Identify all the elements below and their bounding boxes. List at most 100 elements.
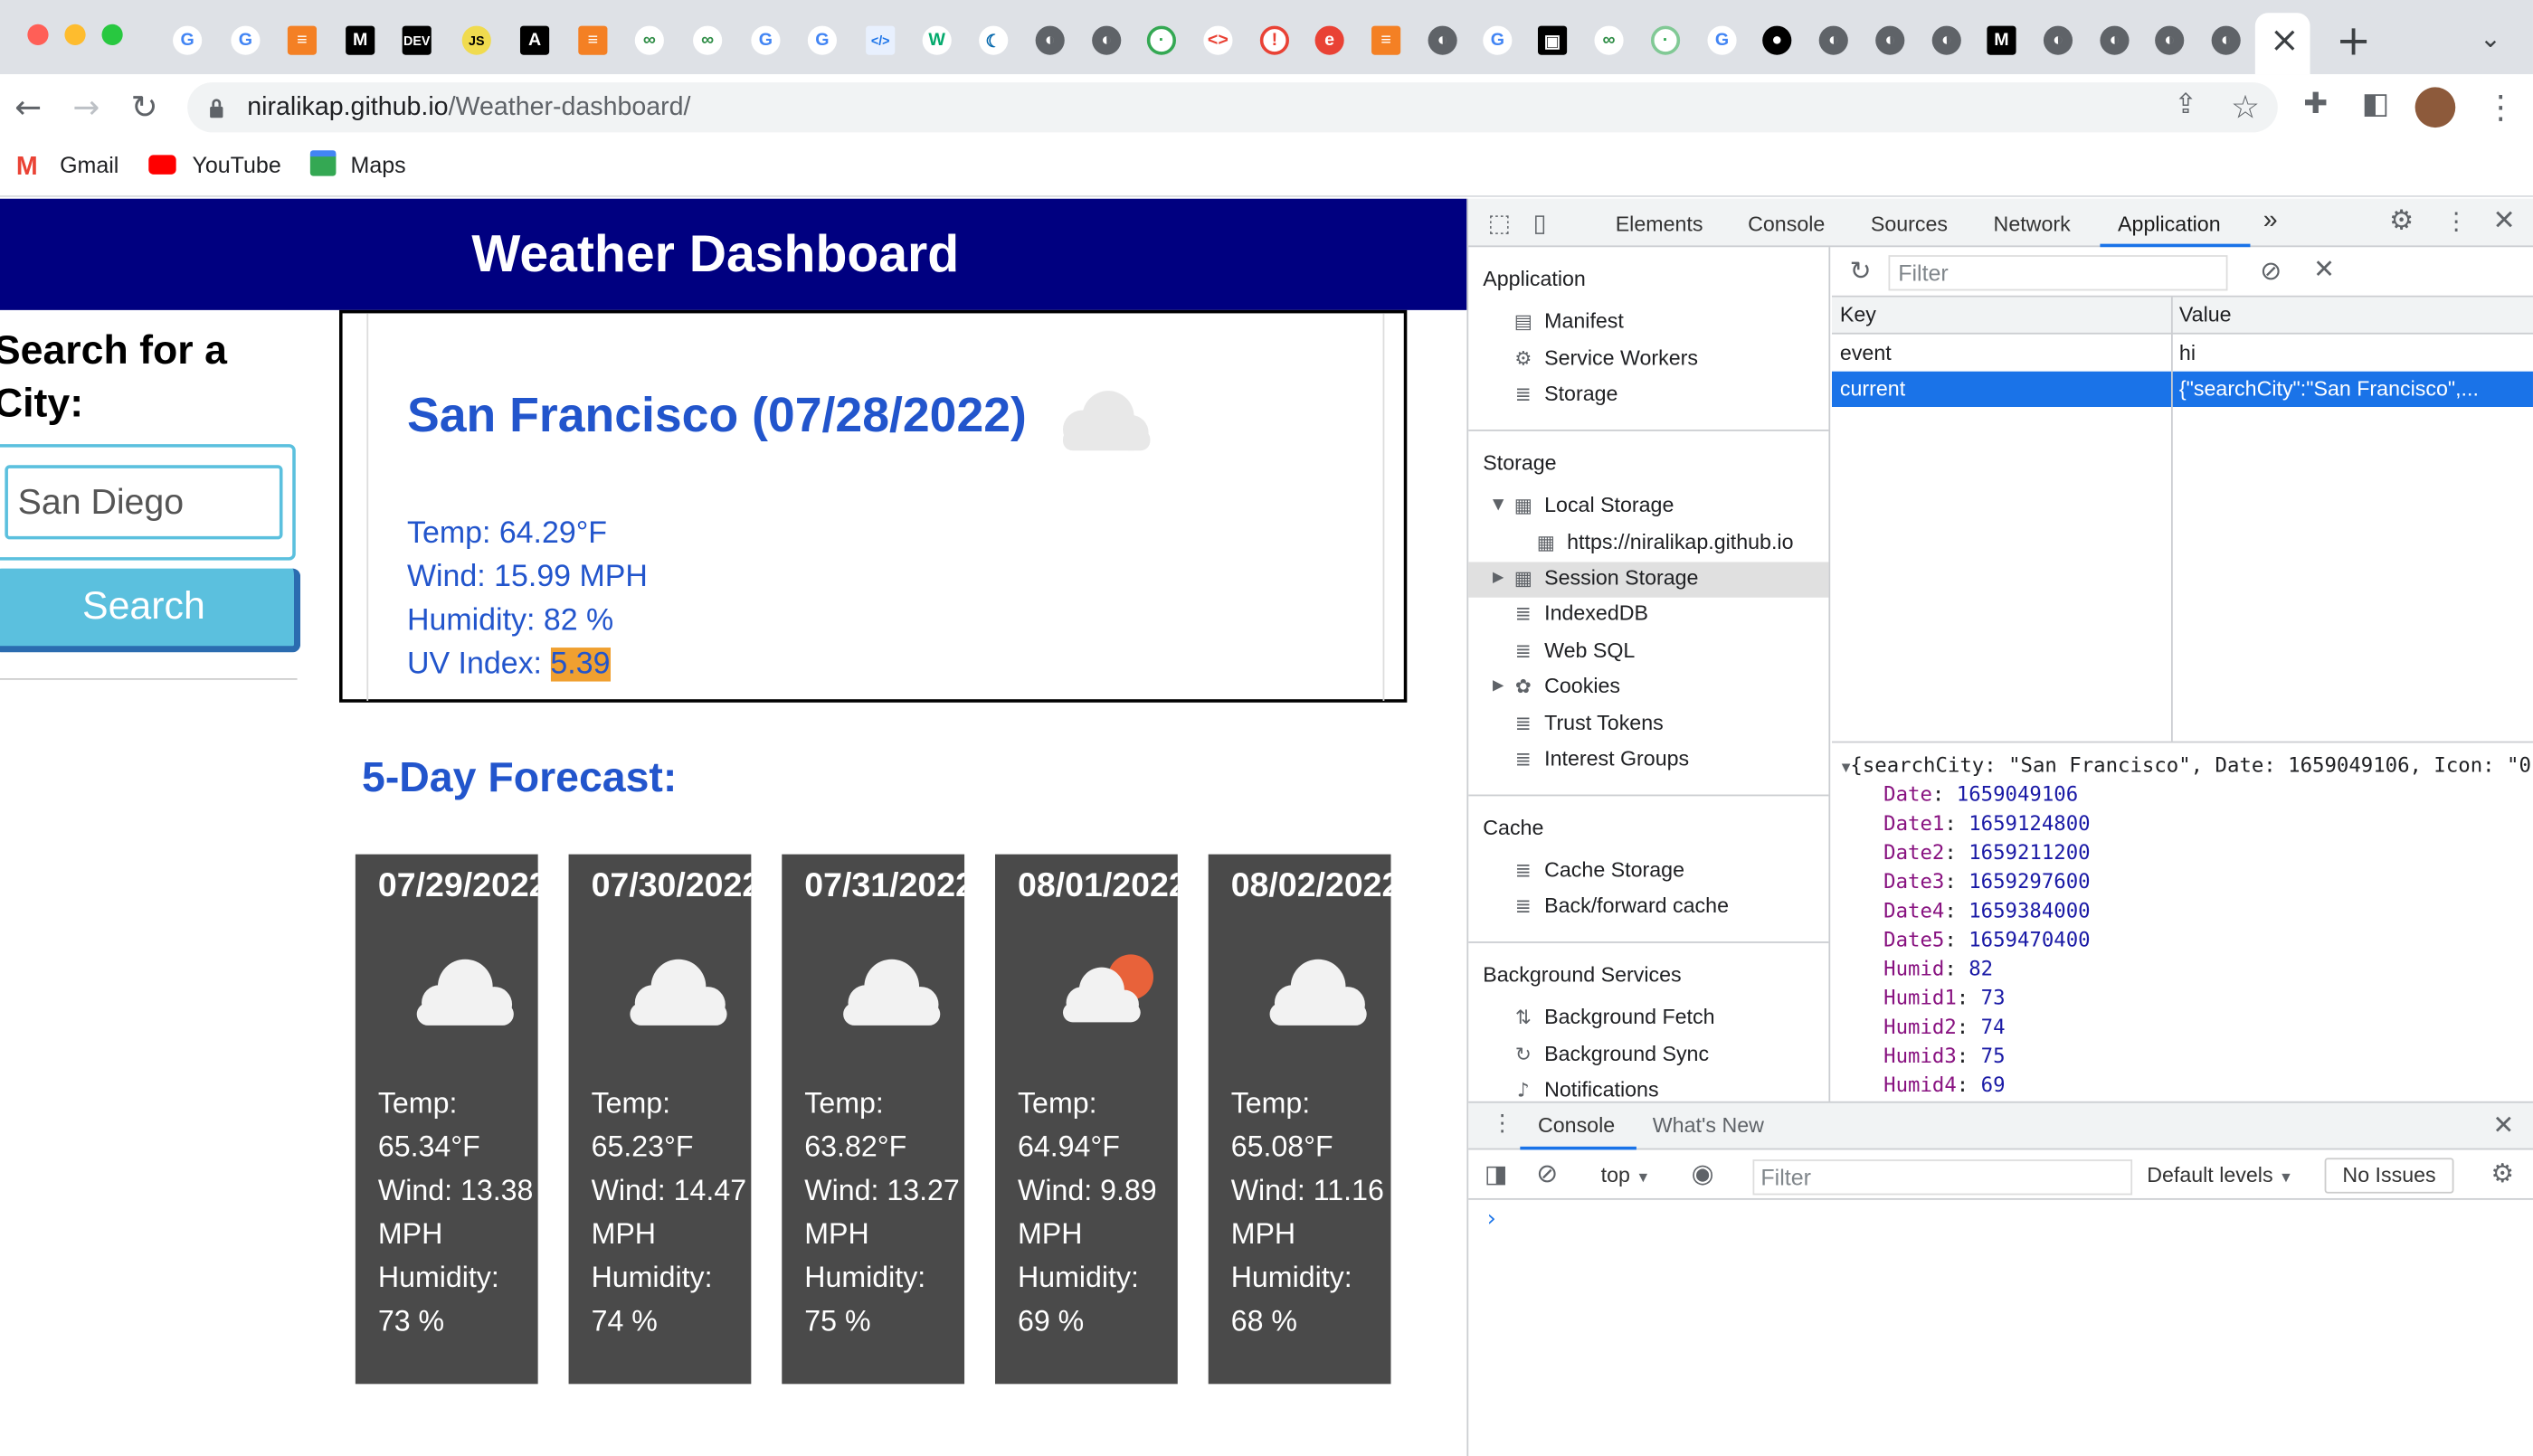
log-levels-select[interactable]: Default levels ▼ (2147, 1163, 2293, 1187)
tab-globe-icon[interactable]: ◐ (1092, 25, 1122, 55)
bookmark-gmail[interactable]: Gmail (60, 152, 119, 178)
tab-clock-icon[interactable]: · (1650, 25, 1681, 55)
sidebar-item-bfcache[interactable]: ≣ Back/forward cache (1512, 893, 1729, 917)
tab-globe-icon[interactable]: ◐ (1931, 25, 1961, 55)
row-value[interactable]: {"searchCity":"San Francisco",... (2171, 372, 2533, 407)
city-search-input[interactable]: San Diego (5, 465, 283, 540)
sidebar-item-manifest[interactable]: ▤ Manifest (1512, 308, 1624, 333)
sidebar-item-storage[interactable]: ≣ Storage (1512, 381, 1618, 405)
new-tab-button[interactable]: + (2336, 18, 2371, 67)
search-button[interactable]: Search (0, 568, 301, 653)
maximize-window-button[interactable] (101, 24, 123, 45)
tab-globe-icon[interactable]: ◐ (1428, 25, 1457, 55)
side-panel-icon[interactable]: ◧ (2362, 87, 2389, 120)
drawer-menu-icon[interactable]: ⋮ (1491, 1111, 1513, 1138)
tab-geeks-icon[interactable]: ∞ (1594, 25, 1624, 55)
tab-globe-icon[interactable]: ◐ (1035, 25, 1065, 55)
sidebar-item-trust-tokens[interactable]: ≣ Trust Tokens (1512, 711, 1664, 735)
bookmark-youtube[interactable]: YouTube (192, 152, 280, 178)
refresh-icon[interactable]: ↻ (1850, 255, 1872, 286)
sidebar-item-service-workers[interactable]: ⚙ Service Workers (1512, 345, 1698, 370)
tab-google-icon[interactable]: G (1707, 25, 1737, 55)
sidebar-item-websql[interactable]: ≣ Web SQL (1512, 638, 1635, 662)
minimize-window-button[interactable] (64, 24, 86, 45)
issues-button[interactable]: No Issues (2324, 1158, 2454, 1194)
sidebar-item-bg-fetch[interactable]: ⇅ Background Fetch (1512, 1005, 1715, 1029)
sidebar-item-local-storage[interactable]: ▦ Local Storage (1512, 493, 1674, 517)
tab-w3-icon[interactable]: W (922, 25, 952, 55)
column-header-key[interactable]: Key (1831, 297, 2171, 335)
tab-search-icon[interactable]: ⌄ (2480, 23, 2501, 53)
tab-dev-icon[interactable]: DEV (402, 25, 432, 55)
column-header-value[interactable]: Value (2170, 297, 2533, 335)
console-settings-gear-icon[interactable]: ⚙ (2491, 1158, 2515, 1188)
forward-icon[interactable]: → (72, 87, 100, 126)
lock-icon[interactable] (208, 97, 224, 118)
tab-github-icon[interactable]: ● (1762, 25, 1792, 55)
inspect-element-icon[interactable]: ⬚ (1488, 208, 1511, 237)
sidebar-item-indexeddb[interactable]: ≣ IndexedDB (1512, 600, 1648, 625)
back-icon[interactable]: ← (14, 87, 42, 126)
tab-google-icon[interactable]: G (1483, 25, 1513, 55)
tab-globe-icon[interactable]: ◐ (1875, 25, 1905, 55)
tab-a-icon[interactable]: A (519, 25, 550, 55)
row-value[interactable]: hi (2171, 336, 2533, 371)
sidebar-item-interest-groups[interactable]: ≣ Interest Groups (1512, 746, 1689, 771)
expand-right-icon[interactable]: ▶ (1493, 570, 1504, 586)
tab-network[interactable]: Network (1994, 212, 2071, 236)
close-drawer-icon[interactable]: ✕ (2492, 1110, 2514, 1140)
row-key[interactable]: current (1832, 372, 2171, 407)
sidebar-item-cache-storage[interactable]: ≣ Cache Storage (1512, 857, 1684, 882)
devtools-menu-icon[interactable]: ⋮ (2444, 207, 2469, 236)
tab-google-icon[interactable]: G (173, 25, 203, 55)
tab-elements[interactable]: Elements (1616, 212, 1703, 236)
settings-gear-icon[interactable]: ⚙ (2389, 205, 2414, 238)
share-icon[interactable]: ⇪ (2175, 89, 2197, 121)
storage-filter-input[interactable]: Filter (1888, 255, 2228, 291)
context-select[interactable]: top ▼ (1601, 1163, 1651, 1187)
tab-stackoverflow-icon[interactable]: ≡ (578, 25, 608, 55)
device-toolbar-icon[interactable]: ▯ (1533, 208, 1547, 237)
tab-clock-icon[interactable]: · (1146, 25, 1176, 55)
drawer-tab-console[interactable]: Console (1538, 1112, 1615, 1137)
tab-jquery-icon[interactable]: ☾ (979, 25, 1009, 55)
close-window-button[interactable] (27, 24, 49, 45)
clear-console-icon[interactable]: ⊘ (1536, 1158, 1558, 1188)
tab-e-icon[interactable]: e (1314, 25, 1344, 55)
expand-down-icon[interactable]: ▼ (1493, 497, 1504, 514)
delete-selected-icon[interactable]: ✕ (2313, 253, 2335, 284)
tab-globe-icon[interactable]: ◐ (2100, 25, 2130, 55)
tab-globe-icon[interactable]: ◐ (2155, 25, 2185, 55)
expand-right-icon[interactable]: ▶ (1493, 678, 1504, 695)
sidebar-toggle-icon[interactable]: ◨ (1485, 1159, 1507, 1188)
tab-stackoverflow-icon[interactable]: ≡ (1371, 25, 1401, 55)
sidebar-item-origin[interactable]: ▦ https://niralikap.github.io (1534, 530, 1794, 554)
tab-geeks-icon[interactable]: ∞ (634, 25, 664, 55)
tab-code-icon[interactable]: </> (866, 25, 896, 55)
menu-icon[interactable]: ⋮ (2484, 87, 2517, 126)
tab-sources[interactable]: Sources (1871, 212, 1948, 236)
sidebar-item-session-storage[interactable]: ▦ Session Storage (1512, 565, 1699, 590)
url-text[interactable]: niralikap.github.io/Weather-dashboard/ (247, 94, 690, 123)
tab-geeks-icon[interactable]: ∞ (693, 25, 723, 55)
drawer-tab-whats-new[interactable]: What's New (1653, 1112, 1764, 1137)
bookmark-maps[interactable]: Maps (350, 152, 405, 178)
more-tabs-icon[interactable]: » (2263, 207, 2278, 236)
reload-icon[interactable]: ↻ (131, 87, 158, 126)
tab-application[interactable]: Application (2118, 212, 2221, 236)
eye-icon[interactable]: ◉ (1692, 1158, 1714, 1188)
tab-medium-icon[interactable]: M (346, 25, 375, 55)
sidebar-item-notifications[interactable]: ♪ Notifications (1512, 1077, 1659, 1101)
console-filter-input[interactable]: Filter (1752, 1159, 2133, 1196)
sidebar-item-cookies[interactable]: ✿ Cookies (1512, 674, 1620, 698)
extensions-icon[interactable]: ✚ (2303, 87, 2328, 120)
tab-google-icon[interactable]: G (751, 25, 781, 55)
tab-globe-icon[interactable]: ◐ (2211, 25, 2241, 55)
row-key[interactable]: event (1832, 336, 2171, 371)
clear-all-icon[interactable]: ⊘ (2260, 255, 2282, 286)
bookmark-star-icon[interactable]: ☆ (2231, 87, 2260, 126)
tab-gh-icon[interactable]: ▣ (1537, 25, 1568, 55)
close-tab-icon[interactable]: × (2270, 21, 2300, 61)
sidebar-item-bg-sync[interactable]: ↻ Background Sync (1512, 1042, 1709, 1066)
console-prompt[interactable]: › (1485, 1206, 1498, 1233)
